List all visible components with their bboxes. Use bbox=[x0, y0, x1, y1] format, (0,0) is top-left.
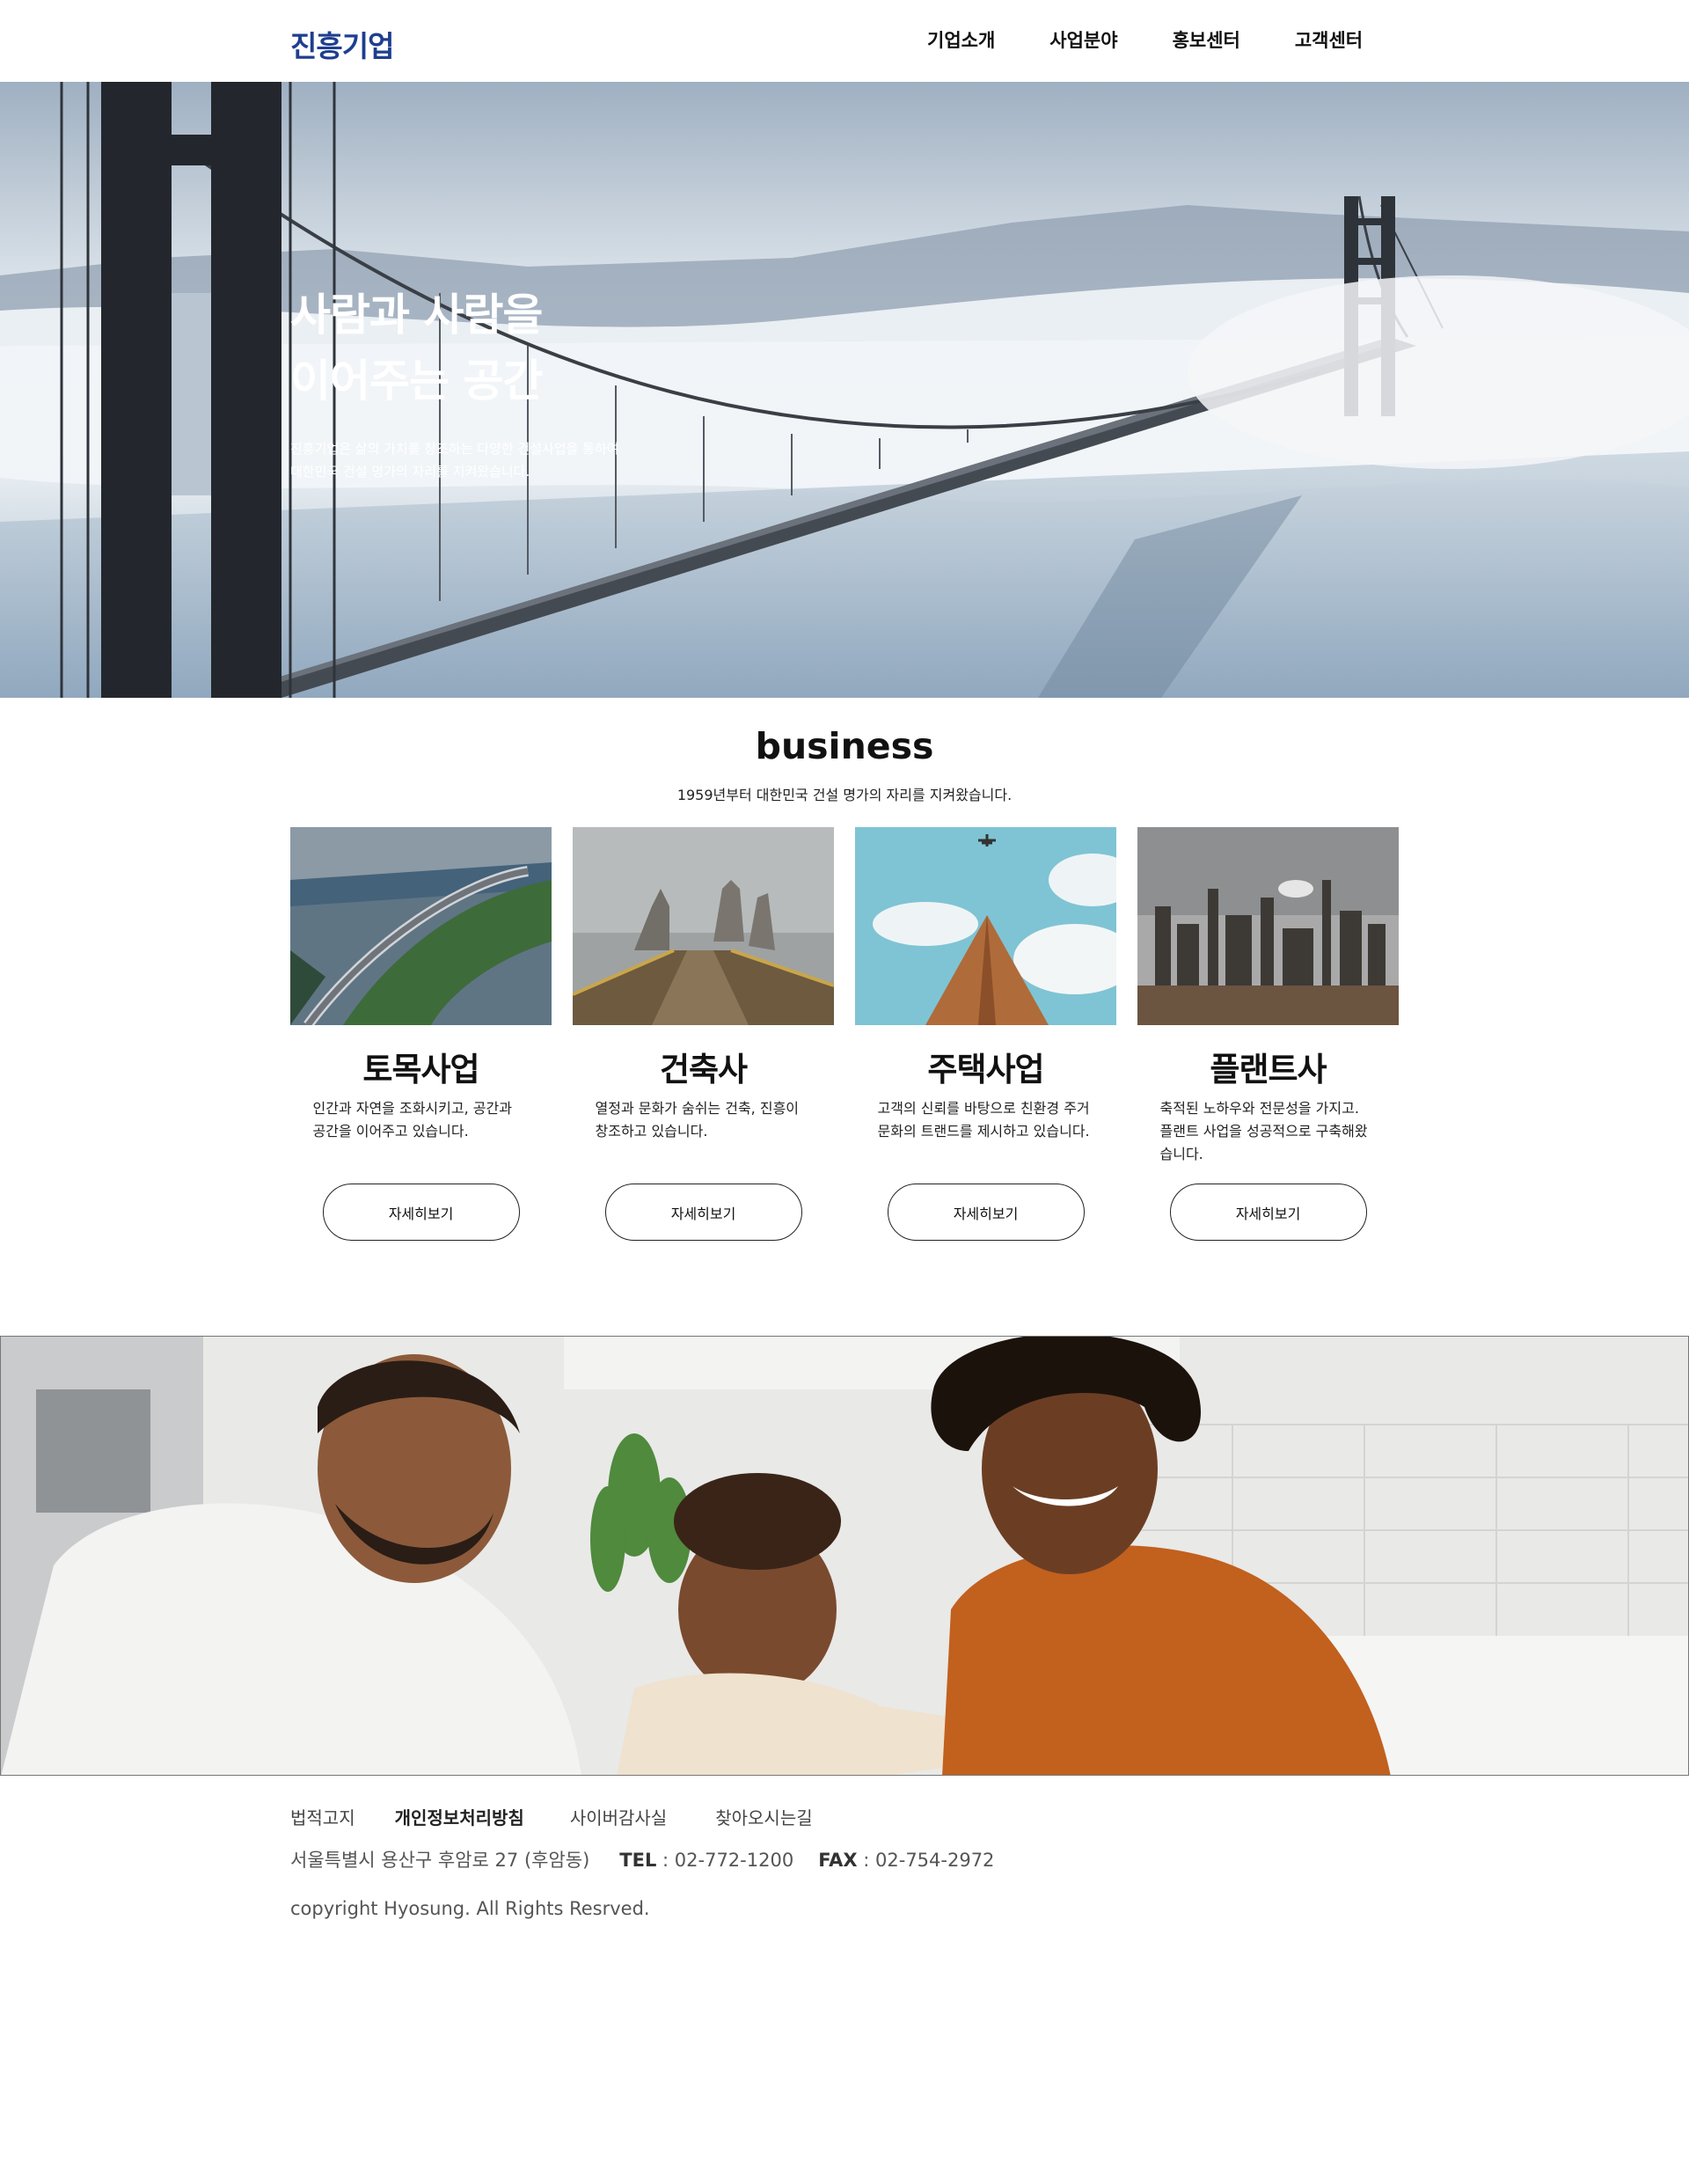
hero-text: 사람과 사람을 이어주는 공간 진흥기업은 삶의 가치를 창조하는 다양한 건설… bbox=[290, 282, 619, 483]
hero-bridge-image bbox=[0, 82, 1689, 698]
nav-item-pr[interactable]: 홍보센터 bbox=[1173, 26, 1240, 53]
card-description: 열정과 문화가 숨쉬는 건축, 진흥이 창조하고 있습니다. bbox=[595, 1100, 800, 1140]
hero-description: 진흥기업은 삶의 가치를 창조하는 다양한 건설사업을 통하여 대한민국 건설 … bbox=[290, 437, 619, 483]
housing-image bbox=[855, 827, 1116, 1025]
detail-button[interactable]: 자세히보기 bbox=[604, 1184, 802, 1241]
footer-link-privacy[interactable]: 개인정보처리방침 bbox=[395, 1804, 524, 1829]
detail-button[interactable]: 자세히보기 bbox=[1169, 1184, 1367, 1241]
footer-address-line: 서울특별시 용산구 후암로 27 (후암동) TEL : 02-772-1200 F… bbox=[290, 1846, 994, 1873]
hero-title-line2: 이어주는 공간 bbox=[290, 355, 543, 407]
site-header: 진흥기업 기업소개 사업분야 홍보센터 고객센터 bbox=[0, 0, 1689, 82]
business-card-architecture: 건축사 열정과 문화가 숨쉬는 건축, 진흥이 창조하고 있습니다. 자세히보기 bbox=[573, 827, 834, 1241]
card-title: 건축사 bbox=[659, 1051, 748, 1088]
card-title: 토목사업 bbox=[362, 1051, 479, 1088]
footer-link-audit[interactable]: 사이버감사실 bbox=[570, 1804, 667, 1829]
footer-link-legal[interactable]: 법적고지 bbox=[290, 1804, 355, 1829]
hero-title-line1: 사람과 사람을 bbox=[290, 289, 543, 341]
nav-item-business[interactable]: 사업분야 bbox=[1049, 26, 1117, 53]
business-card-housing: 주택사업 고객의 신뢰를 바탕으로 친환경 주거 문화의 트랜드를 제시하고 있… bbox=[855, 827, 1116, 1241]
card-description: 고객의 신뢰를 바탕으로 친환경 주거 문화의 트랜드를 제시하고 있습니다. bbox=[877, 1100, 1090, 1140]
site-footer: 법적고지 개인정보처리방침 사이버감사실 찾아오시는길 서울특별시 용산구 후암… bbox=[0, 1776, 1689, 2184]
footer-tel: : 02-772-1200 bbox=[656, 1850, 794, 1871]
civil-image bbox=[290, 827, 552, 1025]
detail-button[interactable]: 자세히보기 bbox=[322, 1184, 520, 1241]
business-section: business 1959년부터 대한민국 건설 명가의 자리를 지켜왔습니다.… bbox=[0, 698, 1689, 1336]
hero-desc-line1: 진흥기업은 삶의 가치를 창조하는 다양한 건설사업을 통하여 bbox=[290, 441, 619, 457]
business-card-civil: 토목사업 인간과 자연을 조화시키고, 공간과 공간을 이어주고 있습니다. 자… bbox=[290, 827, 552, 1241]
business-title: business bbox=[755, 725, 934, 767]
card-title: 플랜트사 bbox=[1210, 1051, 1327, 1088]
footer-tel-label: TEL bbox=[619, 1850, 657, 1871]
card-description: 인간과 자연을 조화시키고, 공간과 공간을 이어주고 있습니다. bbox=[312, 1100, 512, 1140]
footer-address: 서울특별시 용산구 후암로 27 (후암동) bbox=[290, 1850, 590, 1871]
nav-item-support[interactable]: 고객센터 bbox=[1295, 26, 1363, 53]
footer-fax: : 02-754-2972 bbox=[857, 1850, 995, 1871]
footer-link-directions[interactable]: 찾아오시는길 bbox=[715, 1804, 812, 1829]
main-nav: 기업소개 사업분야 홍보센터 고객센터 bbox=[927, 26, 1417, 53]
plant-image bbox=[1137, 827, 1399, 1025]
business-subtitle: 1959년부터 대한민국 건설 명가의 자리를 지켜왔습니다. bbox=[676, 787, 1013, 803]
family-banner-image bbox=[0, 1336, 1689, 1776]
detail-button[interactable]: 자세히보기 bbox=[887, 1184, 1085, 1241]
footer-fax-label: FAX bbox=[818, 1850, 858, 1871]
card-title: 주택사업 bbox=[927, 1051, 1044, 1088]
footer-links: 법적고지 개인정보처리방침 사이버감사실 찾아오시는길 bbox=[290, 1804, 813, 1829]
nav-item-company[interactable]: 기업소개 bbox=[927, 26, 995, 53]
architecture-image bbox=[573, 827, 834, 1025]
card-description: 축적된 노하우와 전문성을 가지고. 플랜트 사업을 성공적으로 구축해왔습니다… bbox=[1159, 1100, 1368, 1162]
footer-copyright: copyright Hyosung. All Rights Resrved. bbox=[290, 1898, 650, 1919]
business-card-plant: 플랜트사 축적된 노하우와 전문성을 가지고. 플랜트 사업을 성공적으로 구축… bbox=[1137, 827, 1399, 1241]
hero-banner: 사람과 사람을 이어주는 공간 진흥기업은 삶의 가치를 창조하는 다양한 건설… bbox=[0, 82, 1689, 698]
hero-title: 사람과 사람을 이어주는 공간 bbox=[290, 282, 619, 414]
hero-desc-line2: 대한민국 건설 명가의 자리를 지켜왔습니다. bbox=[290, 464, 530, 480]
logo[interactable]: 진흥기업 bbox=[290, 23, 394, 65]
